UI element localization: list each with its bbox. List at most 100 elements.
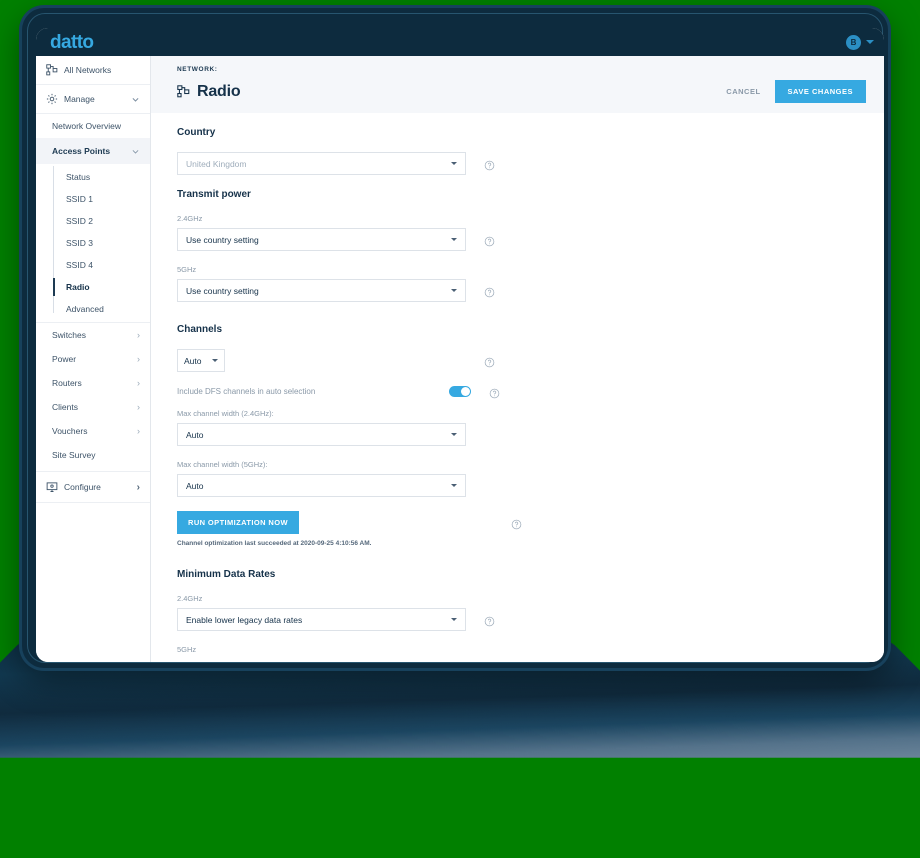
sidebar-item-configure[interactable]: Configure › xyxy=(36,471,150,503)
sidebar-group-list: Switches › Power › Routers › Clients › Vouchers › xyxy=(36,323,150,443)
chevron-down-icon xyxy=(451,289,457,292)
chevron-right-icon[interactable]: › xyxy=(137,354,140,364)
chevron-down-icon[interactable] xyxy=(866,40,874,44)
chevron-down-icon xyxy=(451,162,457,165)
sidebar-label-vouchers: Vouchers xyxy=(52,426,88,436)
transmit-power-24-value: Use country setting xyxy=(186,234,259,245)
help-icon[interactable] xyxy=(511,517,522,530)
field-row-dfs: Include DFS channels in auto selection xyxy=(177,386,858,399)
run-optimization-button[interactable]: RUN OPTIMIZATION NOW xyxy=(177,511,299,534)
label-min-rate-5: 5GHz xyxy=(177,645,197,654)
sidebar-sublabel: SSID 1 xyxy=(66,194,93,204)
sidebar-item-all-networks[interactable]: All Networks xyxy=(36,56,150,85)
sidebar-item-vouchers[interactable]: Vouchers › xyxy=(36,419,150,443)
field-row-min-rate-24: Enable lower legacy data rates xyxy=(177,608,858,631)
sidebar-label-clients: Clients xyxy=(52,402,78,412)
label-max-width-24: Max channel width (2.4GHz): xyxy=(177,409,274,418)
cancel-button[interactable]: CANCEL xyxy=(726,87,760,96)
field-row-transmit-power-5: Use country setting xyxy=(177,279,858,302)
transmit-power-5-select[interactable]: Use country setting xyxy=(177,279,466,302)
section-title-transmit-power: Transmit power xyxy=(177,189,251,200)
dfs-label: Include DFS channels in auto selection xyxy=(177,387,316,396)
max-channel-width-24-select[interactable]: Auto xyxy=(177,423,466,446)
min-data-rate-24-value: Enable lower legacy data rates xyxy=(186,614,303,625)
sidebar-item-network-overview[interactable]: Network Overview xyxy=(36,114,150,138)
chevron-down-icon[interactable] xyxy=(131,95,140,104)
network-icon xyxy=(177,85,190,98)
chevron-right-icon[interactable]: › xyxy=(137,482,140,493)
section-title-country: Country xyxy=(177,127,216,138)
optimization-status-text: Channel optimization last succeeded at 2… xyxy=(177,540,372,547)
sidebar-item-site-survey[interactable]: Site Survey xyxy=(36,443,150,467)
sidebar-label-switches: Switches xyxy=(52,330,87,340)
field-row-run-optimization: RUN OPTIMIZATION NOW xyxy=(177,511,858,534)
sidebar-label-all-networks: All Networks xyxy=(64,65,112,75)
body-split: All Networks Manage Network Overview Acc… xyxy=(36,56,884,662)
channel-mode-value: Auto xyxy=(184,355,202,366)
sidebar-label-power: Power xyxy=(52,354,77,364)
sidebar-item-advanced[interactable]: Advanced xyxy=(36,298,150,320)
label-max-width-5: Max channel width (5GHz): xyxy=(177,460,268,469)
sidebar-sublabel: Radio xyxy=(66,282,90,292)
sidebar-label-manage: Manage xyxy=(64,94,95,104)
sidebar-item-radio[interactable]: Radio xyxy=(36,276,150,298)
sidebar-item-ssid-2[interactable]: SSID 2 xyxy=(36,210,150,232)
sidebar-label-configure: Configure xyxy=(64,482,101,492)
page-header: NETWORK: Radio CANCEL SAVE CHANGES xyxy=(151,56,884,113)
max-channel-width-5-select[interactable]: Auto xyxy=(177,474,466,497)
sidebar-item-power[interactable]: Power › xyxy=(36,347,150,371)
header-actions: CANCEL SAVE CHANGES xyxy=(726,80,866,103)
sidebar-sublabel: Status xyxy=(66,172,91,182)
chevron-right-icon[interactable]: › xyxy=(137,330,140,340)
help-icon[interactable] xyxy=(484,234,495,247)
sidebar-item-ssid-4[interactable]: SSID 4 xyxy=(36,254,150,276)
sidebar-item-ssid-1[interactable]: SSID 1 xyxy=(36,188,150,210)
section-title-minimum-data-rates: Minimum Data Rates xyxy=(177,569,276,580)
channel-mode-select[interactable]: Auto xyxy=(177,349,225,372)
transmit-power-5-value: Use country setting xyxy=(186,285,259,296)
chevron-down-icon[interactable] xyxy=(131,147,140,156)
country-select[interactable]: United Kingdom xyxy=(177,152,466,175)
settings-form: Country United Kingdom Transmit power 2.… xyxy=(151,113,884,662)
help-icon[interactable] xyxy=(484,285,495,298)
max-channel-width-24-value: Auto xyxy=(186,429,204,440)
chevron-right-icon[interactable]: › xyxy=(137,426,140,436)
page-title: Radio xyxy=(197,82,241,100)
section-title-channels: Channels xyxy=(177,324,223,335)
sidebar-item-status[interactable]: Status xyxy=(36,166,150,188)
sidebar-label-site-survey: Site Survey xyxy=(52,450,96,460)
sidebar-sublabel: SSID 3 xyxy=(66,238,93,248)
label-min-rate-24: 2.4GHz xyxy=(177,594,203,603)
sidebar: All Networks Manage Network Overview Acc… xyxy=(36,56,151,662)
sidebar-item-switches[interactable]: Switches › xyxy=(36,323,150,347)
transmit-power-24-select[interactable]: Use country setting xyxy=(177,228,466,251)
field-row-transmit-power-24: Use country setting xyxy=(177,228,858,251)
help-icon[interactable] xyxy=(484,158,495,171)
breadcrumb: NETWORK: xyxy=(177,66,218,73)
help-icon[interactable] xyxy=(484,355,495,368)
sidebar-label-access-points: Access Points xyxy=(52,146,111,156)
avatar[interactable]: B xyxy=(846,34,861,50)
sidebar-sublabel: SSID 4 xyxy=(66,260,93,270)
label-transmit-power-24: 2.4GHz xyxy=(177,214,203,223)
dfs-toggle[interactable] xyxy=(449,386,471,397)
sidebar-item-clients[interactable]: Clients › xyxy=(36,395,150,419)
sidebar-item-manage[interactable]: Manage xyxy=(36,85,150,114)
top-bar: datto B xyxy=(36,28,884,56)
field-row-max-width-24: Auto xyxy=(177,423,858,446)
help-icon[interactable] xyxy=(484,614,495,627)
sidebar-item-ssid-3[interactable]: SSID 3 xyxy=(36,232,150,254)
chevron-right-icon[interactable]: › xyxy=(137,402,140,412)
min-data-rate-24-select[interactable]: Enable lower legacy data rates xyxy=(177,608,466,631)
help-icon[interactable] xyxy=(489,386,500,399)
topbar-right-cluster: B xyxy=(846,34,874,50)
sidebar-label-routers: Routers xyxy=(52,378,82,388)
network-icon xyxy=(46,64,58,76)
label-transmit-power-5: 5GHz xyxy=(177,265,197,274)
field-row-country: United Kingdom xyxy=(177,152,858,175)
save-changes-button[interactable]: SAVE CHANGES xyxy=(774,80,866,103)
brand-logo[interactable]: datto xyxy=(50,33,94,52)
chevron-right-icon[interactable]: › xyxy=(137,378,140,388)
sidebar-item-access-points[interactable]: Access Points xyxy=(36,138,150,164)
sidebar-item-routers[interactable]: Routers › xyxy=(36,371,150,395)
